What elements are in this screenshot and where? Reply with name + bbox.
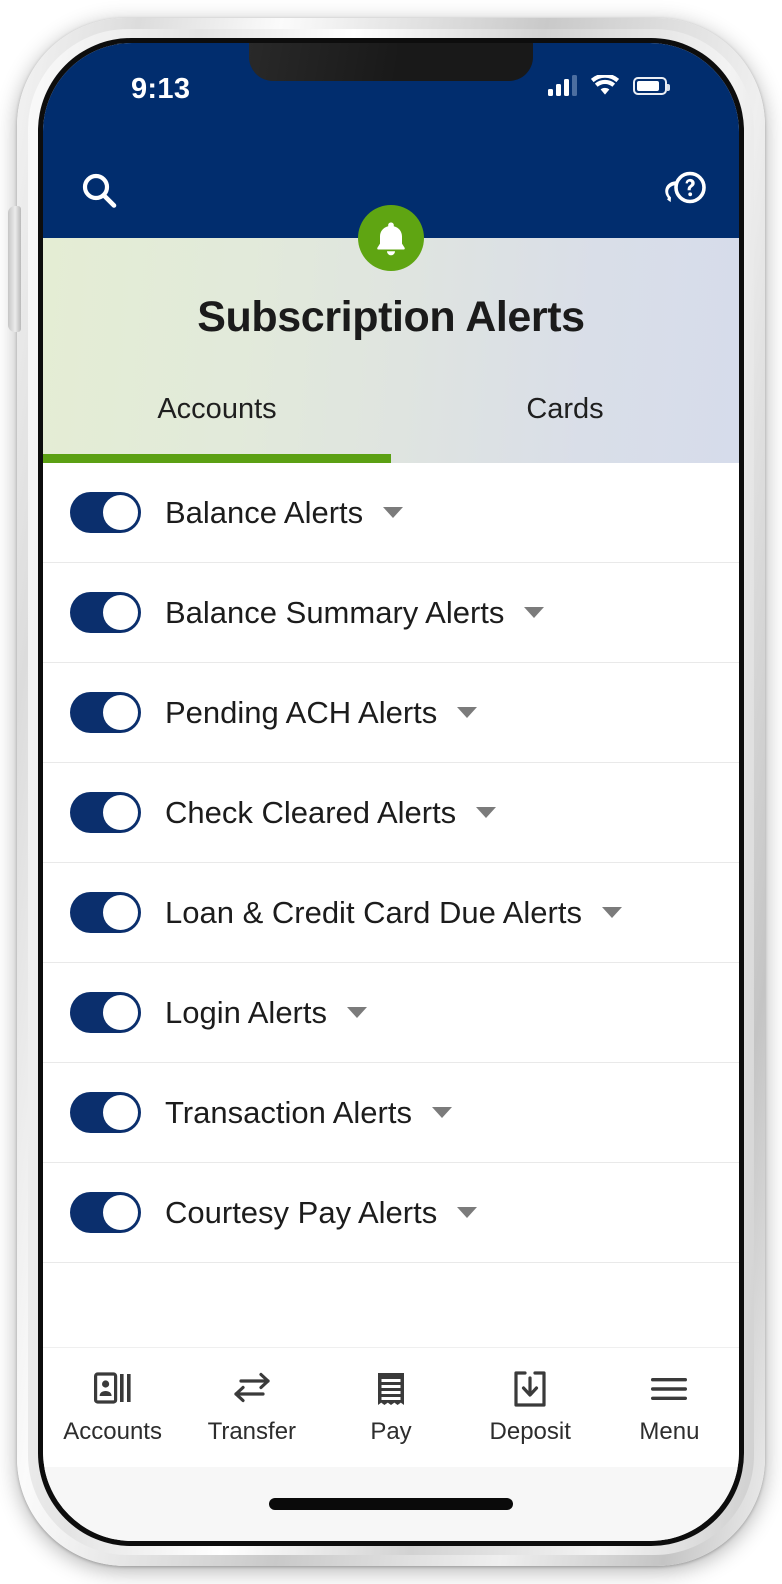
alert-toggle[interactable] [70, 992, 141, 1033]
alert-toggle[interactable] [70, 1192, 141, 1233]
alert-row[interactable]: Loan & Credit Card Due Alerts [43, 863, 739, 963]
wifi-icon [590, 75, 620, 95]
page-title: Subscription Alerts [197, 293, 585, 341]
alert-label: Balance Summary Alerts [165, 594, 505, 630]
bottom-nav-label: Accounts [63, 1418, 162, 1445]
bottom-nav-label: Deposit [489, 1418, 571, 1445]
alert-label: Loan & Credit Card Due Alerts [165, 894, 582, 930]
tab-accounts[interactable]: Accounts [43, 387, 391, 463]
chevron-down-icon[interactable] [524, 607, 545, 618]
alert-label: Login Alerts [165, 994, 327, 1030]
alert-row[interactable]: Pending ACH Alerts [43, 663, 739, 763]
status-bar-indicators [548, 75, 670, 97]
bottom-nav-deposit[interactable]: Deposit [461, 1369, 600, 1446]
alerts-list: Balance Alerts Balance Summary Alerts Pe… [43, 463, 739, 1347]
bottom-nav-accounts[interactable]: Accounts [43, 1369, 182, 1446]
bottom-nav-menu[interactable]: Menu [600, 1369, 739, 1446]
alert-toggle[interactable] [70, 792, 141, 833]
screenshot-stage: 9:13 Subscription Alerts Accounts Cards … [0, 0, 782, 1584]
tab-cards[interactable]: Cards [391, 387, 739, 463]
bell-icon [358, 205, 424, 271]
chevron-down-icon[interactable] [383, 507, 404, 518]
alert-label: Balance Alerts [165, 494, 364, 530]
alert-toggle[interactable] [70, 692, 141, 733]
alert-label: Transaction Alerts [165, 1094, 412, 1130]
status-bar-time: 9:13 [131, 73, 191, 105]
alert-label: Pending ACH Alerts [165, 694, 438, 730]
alert-row[interactable]: Check Cleared Alerts [43, 763, 739, 863]
phone-side-button[interactable] [8, 206, 21, 332]
chevron-down-icon[interactable] [476, 807, 497, 818]
home-indicator-area [43, 1467, 739, 1541]
bottom-nav-label: Menu [639, 1418, 700, 1445]
bottom-nav-pay[interactable]: Pay [321, 1369, 460, 1446]
bottom-nav-label: Transfer [207, 1418, 297, 1445]
alert-row[interactable]: Balance Summary Alerts [43, 563, 739, 663]
alert-toggle[interactable] [70, 892, 141, 933]
alert-row[interactable]: Balance Alerts [43, 463, 739, 563]
phone-screen: 9:13 Subscription Alerts Accounts Cards … [43, 43, 739, 1541]
receipt-icon [375, 1369, 407, 1409]
chevron-down-icon[interactable] [347, 1007, 367, 1018]
bottom-nav-label: Pay [370, 1418, 412, 1445]
alert-label: Check Cleared Alerts [165, 794, 457, 830]
page-header: Subscription Alerts Accounts Cards [43, 238, 739, 463]
deposit-download-icon [512, 1369, 548, 1409]
tab-cards-label: Cards [526, 393, 604, 425]
cellular-signal-icon [548, 75, 577, 96]
alert-toggle[interactable] [70, 492, 141, 533]
chevron-down-icon[interactable] [457, 1207, 478, 1218]
chevron-down-icon[interactable] [602, 907, 622, 918]
alert-toggle[interactable] [70, 1092, 141, 1133]
transfer-arrows-icon [232, 1369, 272, 1409]
alert-toggle[interactable] [70, 592, 141, 633]
alert-label: Courtesy Pay Alerts [165, 1194, 438, 1230]
bottom-nav-transfer[interactable]: Transfer [182, 1369, 321, 1446]
help-chat-icon[interactable] [657, 161, 715, 219]
segment-tabs: Accounts Cards [43, 387, 739, 463]
phone-notch [249, 43, 533, 81]
contact-card-icon [93, 1369, 132, 1409]
alert-row[interactable]: Courtesy Pay Alerts [43, 1163, 739, 1263]
chevron-down-icon[interactable] [457, 707, 478, 718]
tab-accounts-label: Accounts [157, 393, 277, 425]
home-indicator[interactable] [269, 1498, 513, 1510]
alert-row[interactable]: Login Alerts [43, 963, 739, 1063]
hamburger-menu-icon [649, 1369, 689, 1409]
battery-icon [633, 77, 670, 95]
list-empty-space [43, 1263, 739, 1347]
alert-row[interactable]: Transaction Alerts [43, 1063, 739, 1163]
chevron-down-icon[interactable] [431, 1107, 452, 1118]
bottom-navigation-bar: Accounts Transfer Pay Deposit Menu [43, 1347, 739, 1467]
search-icon[interactable] [71, 163, 127, 219]
